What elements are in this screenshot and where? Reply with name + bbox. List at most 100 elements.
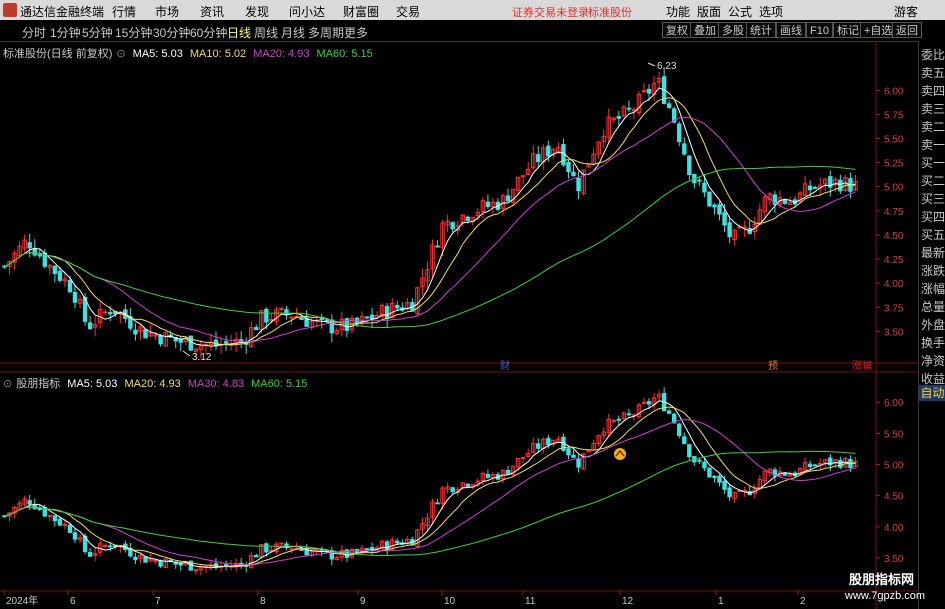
menu-discover[interactable]: 发现 bbox=[245, 3, 269, 20]
svg-text:6.00: 6.00 bbox=[884, 398, 904, 409]
back-button[interactable]: 返回 bbox=[892, 22, 922, 38]
period-60min[interactable]: 60分钟 bbox=[190, 24, 227, 41]
draw-button[interactable]: 画线 bbox=[776, 22, 806, 38]
svg-text:9: 9 bbox=[360, 596, 366, 607]
ind-legend-ma30: MA30: 4.83 bbox=[187, 378, 245, 390]
event-markers: 财 预 涨幅 bbox=[500, 359, 872, 372]
adjust-button[interactable]: 复权 bbox=[662, 22, 692, 38]
menu-function[interactable]: 功能 bbox=[666, 3, 690, 20]
indicator-candles bbox=[2, 387, 858, 576]
svg-text:3.50: 3.50 bbox=[884, 327, 904, 338]
svg-text:5.50: 5.50 bbox=[884, 135, 904, 146]
quote-label: 卖五 bbox=[921, 66, 945, 80]
f10-button[interactable]: F10 bbox=[806, 22, 833, 38]
period-multi[interactable]: 多周期 bbox=[308, 24, 344, 41]
quote-label: 买一 bbox=[921, 156, 945, 170]
svg-text:4.50: 4.50 bbox=[884, 492, 904, 503]
legend-ma60: MA60: 5.15 bbox=[316, 48, 373, 60]
svg-text:涨幅: 涨幅 bbox=[852, 359, 872, 372]
period-5min[interactable]: 5分钟 bbox=[82, 24, 113, 41]
quote-panel: 委比 卖五 卖四 卖三 卖二 卖一 买一 买二 买三 买四 买五 最新 涨跌 涨… bbox=[918, 41, 945, 609]
price-axis: 6.00 5.75 5.50 5.25 5.00 4.75 4.50 4.25 4.00 3.75… bbox=[876, 86, 904, 338]
legend-toggle-icon[interactable]: ⊙ bbox=[116, 48, 125, 60]
legend-ma5: MA5: 5.03 bbox=[132, 48, 183, 60]
svg-text:6: 6 bbox=[70, 596, 76, 607]
stats-button[interactable]: 统计 bbox=[746, 22, 776, 38]
price-panel[interactable]: 6.00 5.75 5.50 5.25 5.00 4.75 4.50 4.25 4.00 3.75… bbox=[0, 41, 918, 609]
svg-text:3.50: 3.50 bbox=[884, 554, 904, 565]
svg-text:5.50: 5.50 bbox=[884, 429, 904, 440]
period-weekly[interactable]: 周线 bbox=[254, 24, 278, 41]
ind-legend-ma20: MA20: 4.93 bbox=[124, 378, 181, 390]
kline-chart-area[interactable]: 6.00 5.75 5.50 5.25 5.00 4.75 4.50 4.25 4.00 3.75… bbox=[0, 41, 918, 609]
svg-text:12: 12 bbox=[622, 596, 634, 607]
auto-button[interactable]: 自动 bbox=[919, 385, 945, 401]
period-15min[interactable]: 15分钟 bbox=[115, 24, 152, 41]
svg-text:6.00: 6.00 bbox=[884, 86, 904, 97]
period-monthly[interactable]: 月线 bbox=[281, 24, 305, 41]
menu-formula[interactable]: 公式 bbox=[728, 3, 752, 20]
price-legend-title: 标准股份(日线 前复权) bbox=[3, 48, 113, 60]
quote-label: 涨幅 bbox=[921, 282, 945, 296]
quote-label: 最新 bbox=[921, 246, 945, 260]
indicator-ma-lines bbox=[4, 400, 856, 569]
period-toolbar: 分时 1分钟 5分钟 15分钟 30分钟 60分钟 日线 周线 月线 多周期 更… bbox=[0, 20, 945, 42]
svg-text:10: 10 bbox=[444, 596, 456, 607]
quote-label: 净资 bbox=[921, 354, 945, 368]
quote-label: 买二 bbox=[921, 174, 945, 188]
menu-quotes[interactable]: 行情 bbox=[112, 3, 136, 20]
menu-layout[interactable]: 版面 bbox=[697, 3, 721, 20]
quote-label: 卖三 bbox=[921, 102, 945, 116]
multi-stock-button[interactable]: 多股 bbox=[718, 22, 748, 38]
indicator-legend: ⊙ 股朋指标 MA5: 5.03 MA20: 4.93 MA30: 4.83 MA… bbox=[3, 375, 311, 391]
price-candles bbox=[2, 67, 858, 359]
app-logo-icon bbox=[3, 3, 17, 17]
indicator-legend-title: 股朋指标 bbox=[16, 378, 61, 390]
quote-label: 卖一 bbox=[921, 138, 945, 152]
svg-text:2: 2 bbox=[800, 596, 806, 607]
period-intraday[interactable]: 分时 bbox=[22, 24, 46, 41]
login-notice[interactable]: 证券交易未登录 bbox=[512, 4, 589, 20]
menu-trade[interactable]: 交易 bbox=[396, 3, 420, 20]
quote-label: 买四 bbox=[921, 210, 945, 224]
app-title: 通达信金融终端 bbox=[20, 5, 105, 19]
ind-legend-ma5: MA5: 5.03 bbox=[67, 378, 118, 390]
menu-market[interactable]: 市场 bbox=[155, 3, 179, 20]
overlay-button[interactable]: 叠加 bbox=[690, 22, 720, 38]
svg-text:7: 7 bbox=[155, 596, 161, 607]
menu-wealth[interactable]: 财富圈 bbox=[343, 3, 379, 20]
time-axis: 2024年 6 7 8 9 10 11 12 1 2 bbox=[3, 591, 806, 607]
menu-bar: 通达信金融终端 行情 市场 资讯 发现 问小达 财富圈 交易 证券交易未登录 标… bbox=[0, 0, 945, 20]
price-legend: 标准股份(日线 前复权) ⊙ MA5: 5.03 MA10: 5.02 MA20:… bbox=[3, 45, 377, 61]
svg-text:4.00: 4.00 bbox=[884, 523, 904, 534]
svg-text:5.75: 5.75 bbox=[884, 110, 904, 121]
svg-text:4.50: 4.50 bbox=[884, 231, 904, 242]
quote-label: 卖四 bbox=[921, 84, 945, 98]
svg-text:8: 8 bbox=[260, 596, 266, 607]
price-ma-lines bbox=[4, 87, 856, 347]
svg-text:4.00: 4.00 bbox=[884, 279, 904, 290]
stock-name-label: 标准股份 bbox=[588, 7, 632, 19]
quote-label: 卖二 bbox=[921, 120, 945, 134]
guest-label[interactable]: 游客 bbox=[894, 3, 918, 20]
menu-options[interactable]: 选项 bbox=[759, 3, 783, 20]
quote-label: 买五 bbox=[921, 228, 945, 242]
quote-label: 外盘 bbox=[921, 318, 945, 332]
add-watchlist-button[interactable]: +自选 bbox=[860, 22, 897, 38]
indicator-toggle-icon[interactable]: ⊙ bbox=[3, 378, 12, 390]
mark-button[interactable]: 标记 bbox=[833, 22, 863, 38]
svg-text:11: 11 bbox=[525, 596, 536, 607]
quote-label: 委比 bbox=[921, 48, 945, 62]
period-daily[interactable]: 日线 bbox=[227, 24, 251, 41]
ind-legend-ma60: MA60: 5.15 bbox=[251, 378, 308, 390]
svg-text:财: 财 bbox=[500, 359, 510, 372]
period-more[interactable]: 更多 bbox=[344, 24, 368, 41]
menu-news[interactable]: 资讯 bbox=[200, 3, 224, 20]
quote-label: 换手 bbox=[921, 336, 945, 350]
indicator-panel[interactable]: 6.00 5.50 5.00 4.50 4.00 3.50 bbox=[2, 387, 904, 576]
period-30min[interactable]: 30分钟 bbox=[153, 24, 190, 41]
menu-ask[interactable]: 问小达 bbox=[289, 3, 325, 20]
svg-text:4.25: 4.25 bbox=[884, 255, 904, 266]
svg-text:5.25: 5.25 bbox=[884, 159, 904, 170]
period-1min[interactable]: 1分钟 bbox=[50, 24, 81, 41]
